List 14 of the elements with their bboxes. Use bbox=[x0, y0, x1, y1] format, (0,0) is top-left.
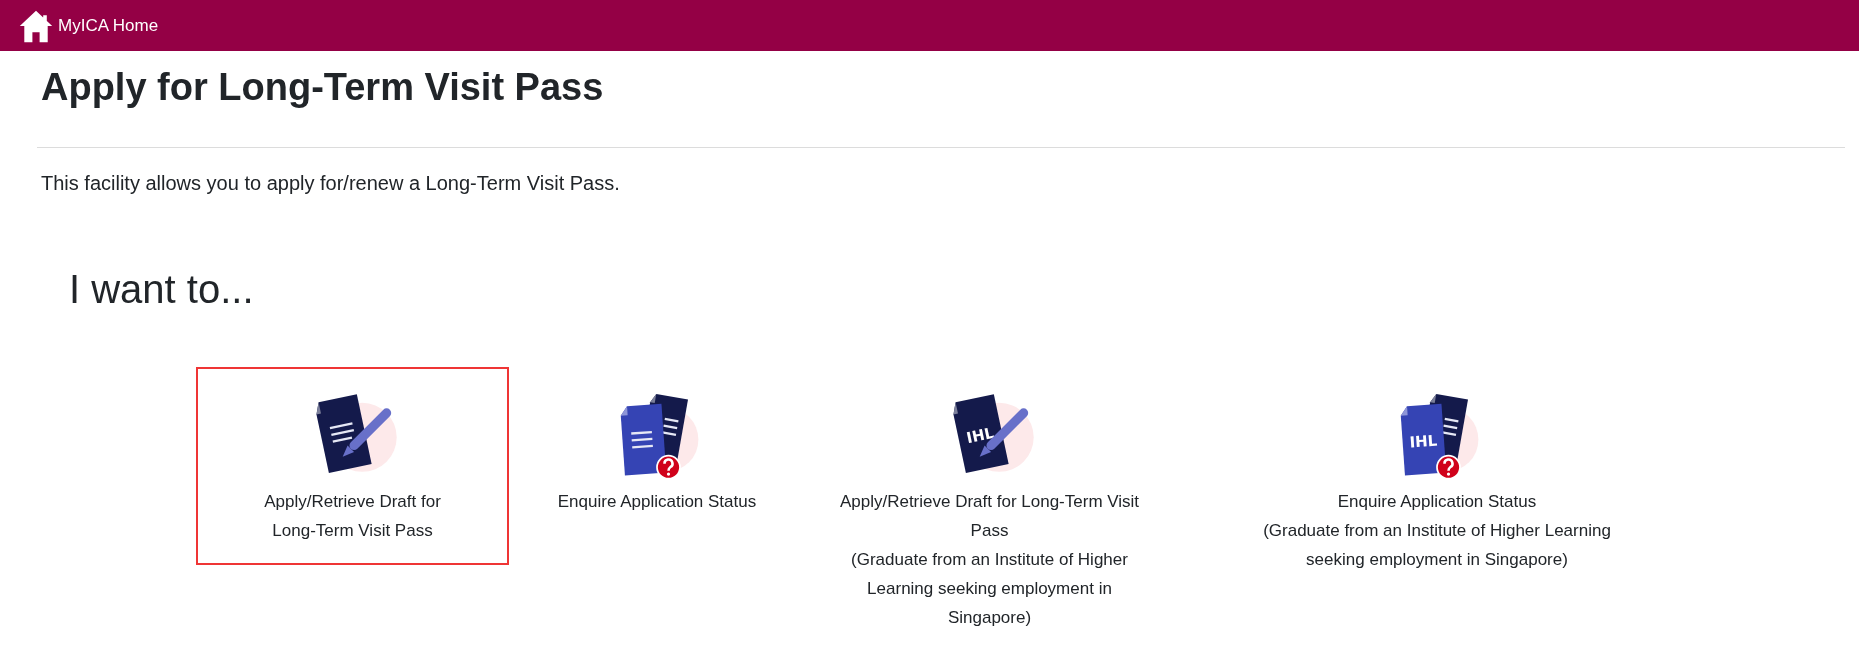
option-note: (Graduate from an Institute of Higher Learning seeking employment in Singapore) bbox=[1262, 520, 1612, 571]
option-title: Enquire Application Status bbox=[1337, 491, 1537, 513]
option-title: Apply/Retrieve Draft for Long-Term Visit Pass bbox=[838, 491, 1141, 542]
option-title: Enquire Application Status bbox=[557, 491, 757, 513]
option-tile[interactable]: Enquire Application Status bbox=[517, 367, 797, 536]
option-title: Apply/Retrieve Draft for Long-Term Visit Pass bbox=[263, 491, 442, 542]
option-tile[interactable]: IHL Apply/Retrieve Draft for Long-Term Visit Pass (Graduate from an Institute of Higher Learning seeking employment in Singapore) bbox=[802, 367, 1177, 652]
home-link[interactable]: MyICA Home bbox=[18, 7, 159, 44]
page-description: This facility allows you to apply for/renew a Long-Term Visit Pass. bbox=[41, 172, 621, 195]
option-note: (Graduate from an Institute of Higher Learning seeking employment in Singapore) bbox=[850, 549, 1129, 629]
page-title: Apply for Long-Term Visit Pass bbox=[41, 65, 605, 110]
option-tile[interactable]: Apply/Retrieve Draft for Long-Term Visit Pass bbox=[196, 367, 509, 565]
option-tile[interactable]: IHL Enquire Application Status (Graduate from an Institute of Higher Learning seeking employment in Singapore) bbox=[1227, 367, 1647, 594]
section-heading: I want to... bbox=[69, 267, 255, 312]
